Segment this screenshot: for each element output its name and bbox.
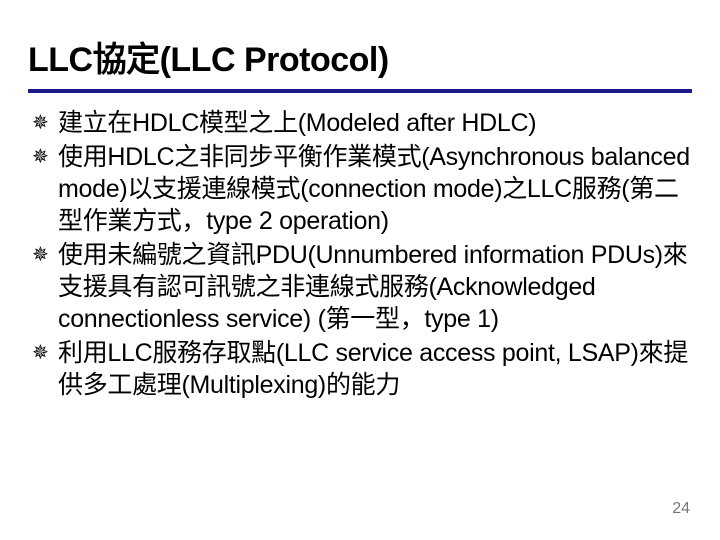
bullet-list: ✵ 建立在HDLC模型之上(Modeled after HDLC) ✵ 使用HD… [28, 107, 692, 401]
bullet-icon: ✵ [32, 111, 48, 137]
list-item: ✵ 使用HDLC之非同步平衡作業模式(Asynchronous balanced… [28, 141, 692, 237]
bullet-icon: ✵ [32, 243, 48, 269]
page-number: 24 [672, 500, 690, 518]
bullet-text: 利用LLC服務存取點(LLC service access point, LSA… [58, 339, 688, 399]
bullet-text: 使用HDLC之非同步平衡作業模式(Asynchronous balanced m… [58, 143, 690, 235]
list-item: ✵ 利用LLC服務存取點(LLC service access point, L… [28, 337, 692, 401]
bullet-text: 建立在HDLC模型之上(Modeled after HDLC) [58, 109, 536, 137]
slide-title: LLC協定(LLC Protocol) [28, 32, 692, 81]
bullet-icon: ✵ [32, 145, 48, 171]
list-item: ✵ 建立在HDLC模型之上(Modeled after HDLC) [28, 107, 692, 139]
bullet-icon: ✵ [32, 341, 48, 367]
bullet-text: 使用未編號之資訊PDU(Unnumbered information PDUs)… [58, 241, 688, 333]
title-underline [28, 89, 692, 93]
list-item: ✵ 使用未編號之資訊PDU(Unnumbered information PDU… [28, 239, 692, 335]
